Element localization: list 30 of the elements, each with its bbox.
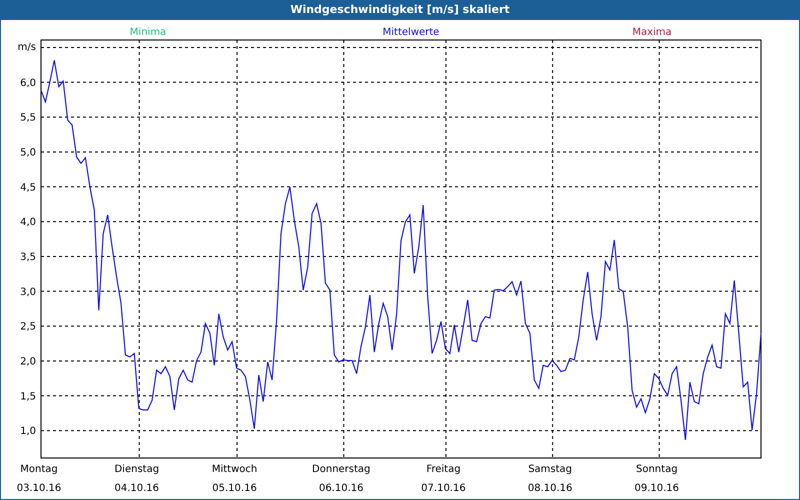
y-tick-label: 3,0 <box>20 286 36 298</box>
y-tick-label: 1,0 <box>20 426 36 438</box>
date-label: 09.10.16 <box>634 483 680 494</box>
day-label: Samstag <box>528 464 572 475</box>
day-label: Mittwoch <box>212 464 258 475</box>
y-tick-label: 5,0 <box>20 147 36 158</box>
y-tick-label: 3,5 <box>20 252 36 263</box>
y-tick-label: 2,5 <box>20 322 36 333</box>
date-label: 03.10.16 <box>16 483 62 494</box>
day-label: Freitag <box>426 464 461 475</box>
day-label: Donnerstag <box>312 464 370 475</box>
date-label: 06.10.16 <box>318 483 364 494</box>
y-tick-label: 6,0 <box>20 78 36 89</box>
window-title: Windgeschwindigkeit [m/s] skaliert <box>289 2 511 18</box>
date-label: 05.10.16 <box>212 483 257 494</box>
day-label: Dienstag <box>114 464 160 475</box>
legend-label: Mittelwerte <box>382 27 440 38</box>
date-label: 08.10.16 <box>528 483 572 494</box>
y-tick-label: 2,0 <box>20 356 36 368</box>
date-label: 07.10.16 <box>421 483 466 494</box>
legend-label: Maxima <box>632 27 672 38</box>
legend-label: Minima <box>130 27 166 38</box>
y-tick-label: 5,5 <box>20 112 36 124</box>
y-tick-label: 1,5 <box>20 391 36 402</box>
day-label: Sonntag <box>636 464 678 475</box>
day-label: Montag <box>20 464 58 475</box>
y-axis-unit: m/s <box>18 42 36 53</box>
y-tick-label: 4,0 <box>20 217 36 228</box>
date-label: 04.10.16 <box>114 483 160 494</box>
y-tick-label: 4,5 <box>20 182 36 194</box>
